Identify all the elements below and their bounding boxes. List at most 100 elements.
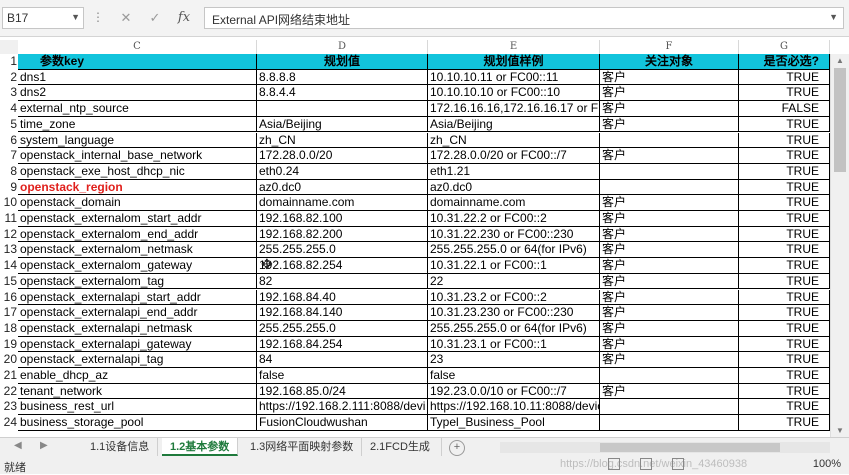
header-cell-planned-value[interactable]: 规划值 (257, 54, 428, 70)
row-number[interactable]: 21 (0, 368, 18, 384)
cell-planned-value[interactable]: FusionCloudwushan (257, 415, 428, 431)
cell-required[interactable]: TRUE (739, 163, 830, 180)
header-cell-param-key[interactable]: 参数key (18, 54, 257, 70)
cell-focus[interactable]: 客户 (600, 148, 739, 164)
cell-example[interactable]: 10.31.22.2 or FC00::2 (428, 211, 600, 227)
cell-planned-value[interactable]: zh_CN (257, 132, 428, 149)
cell-required[interactable]: FALSE (739, 101, 830, 117)
tab-1-1-device-info[interactable]: 1.1设备信息 (82, 438, 159, 456)
row-number[interactable]: 19 (0, 336, 18, 353)
cell-focus[interactable]: 客户 (600, 273, 739, 290)
cell-required[interactable]: TRUE (739, 305, 830, 321)
row-number[interactable]: 24 (0, 415, 18, 431)
cell-focus[interactable] (600, 415, 739, 431)
cell-example[interactable]: 192.23.0.0/10 or FC00::/7 (428, 383, 600, 400)
row-number[interactable]: 3 (0, 85, 18, 102)
cell-example[interactable]: 10.31.23.2 or FC00::2 (428, 289, 600, 306)
column-header-g[interactable]: G (739, 40, 830, 54)
cell-required[interactable]: TRUE (739, 179, 830, 196)
cell-example[interactable]: 22 (428, 273, 600, 290)
cell-example[interactable]: 255.255.255.0 or 64(for IPv6) (428, 320, 600, 337)
cell-planned-value[interactable]: false (257, 368, 428, 384)
cell-required[interactable]: TRUE (739, 258, 830, 274)
page-layout-view-icon[interactable] (640, 458, 652, 470)
cell-planned-value[interactable]: 255.255.255.0 (257, 242, 428, 259)
cell-param-key[interactable]: openstack_externalapi_gateway (18, 336, 257, 353)
row-number[interactable]: 13 (0, 242, 18, 259)
row-number[interactable]: 11 (0, 211, 18, 227)
cell-planned-value[interactable]: 82 (257, 273, 428, 290)
row-number[interactable]: 14 (0, 258, 18, 274)
cell-param-key[interactable]: enable_dhcp_az (18, 368, 257, 384)
cell-focus[interactable]: 客户 (600, 195, 739, 211)
cell-focus[interactable] (600, 132, 739, 149)
cell-focus[interactable] (600, 163, 739, 180)
cell-planned-value[interactable]: 192.168.84.140 (257, 305, 428, 321)
scroll-down-icon[interactable]: ▼ (836, 426, 844, 435)
cell-example[interactable]: 23 (428, 352, 600, 368)
cell-required[interactable]: TRUE (739, 226, 830, 243)
cell-example[interactable]: 10.31.22.1 or FC00::1 (428, 258, 600, 274)
cell-example[interactable]: 255.255.255.0 or 64(for IPv6) (428, 242, 600, 259)
normal-view-icon[interactable] (608, 458, 620, 470)
add-sheet-button[interactable]: + (449, 440, 465, 456)
column-header-f[interactable]: F (600, 40, 739, 54)
cell-focus[interactable]: 客户 (600, 242, 739, 259)
cell-required[interactable]: TRUE (739, 415, 830, 431)
cell-required[interactable]: TRUE (739, 69, 830, 86)
cell-planned-value[interactable]: 8.8.8.8 (257, 69, 428, 86)
cell-example[interactable]: 10.31.23.1 or FC00::1 (428, 336, 600, 353)
cell-focus[interactable] (600, 368, 739, 384)
cell-required[interactable]: TRUE (739, 273, 830, 290)
cell-required[interactable]: TRUE (739, 195, 830, 211)
cell-param-key[interactable]: openstack_externalapi_start_addr (18, 289, 257, 306)
cell-required[interactable]: TRUE (739, 132, 830, 149)
cell-focus[interactable]: 客户 (600, 226, 739, 243)
tab-prev-icon[interactable]: ◀ (14, 440, 22, 451)
header-cell-required[interactable]: 是否必选? (739, 54, 830, 70)
cell-focus[interactable] (600, 179, 739, 196)
scrollbar-thumb[interactable] (834, 68, 846, 172)
column-header-e[interactable]: E (428, 40, 600, 54)
cell-planned-value[interactable]: https://192.168.2.111:8088/devi (257, 399, 428, 416)
cell-focus[interactable]: 客户 (600, 69, 739, 86)
chevron-down-icon[interactable]: ▼ (71, 12, 80, 22)
row-number[interactable]: 2 (0, 69, 18, 86)
row-number[interactable]: 5 (0, 116, 18, 133)
cell-param-key[interactable]: openstack_externalom_netmask (18, 242, 257, 259)
cell-required[interactable]: TRUE (739, 368, 830, 384)
header-cell-example[interactable]: 规划值样例 (428, 54, 600, 70)
cell-focus[interactable]: 客户 (600, 336, 739, 353)
cell-planned-value[interactable]: 192.168.82.100 (257, 211, 428, 227)
zoom-level[interactable]: 100% (813, 458, 841, 470)
vertical-scrollbar[interactable]: ▲ ▼ (830, 54, 849, 437)
cell-param-key[interactable]: openstack_externalapi_tag (18, 352, 257, 368)
cell-required[interactable]: TRUE (739, 399, 830, 416)
cell-focus[interactable]: 客户 (600, 383, 739, 400)
cell-param-key[interactable]: tenant_network (18, 383, 257, 400)
cell-required[interactable]: TRUE (739, 148, 830, 164)
cell-param-key[interactable]: openstack_internal_base_network (18, 148, 257, 164)
cell-param-key[interactable]: system_language (18, 132, 257, 149)
cell-focus[interactable]: 客户 (600, 258, 739, 274)
cell-example[interactable]: zh_CN (428, 132, 600, 149)
cell-param-key[interactable]: time_zone (18, 116, 257, 133)
row-number[interactable]: 4 (0, 101, 18, 117)
cell-planned-value[interactable]: Asia/Beijing (257, 116, 428, 133)
cell-example[interactable]: https://192.168.10.11:8088/deviceManager… (428, 399, 600, 416)
select-all-corner[interactable] (0, 40, 18, 54)
cell-required[interactable]: TRUE (739, 211, 830, 227)
cell-required[interactable]: TRUE (739, 85, 830, 102)
tab-1-3-network-mapping[interactable]: 1.3网络平面映射参数 (242, 438, 363, 456)
row-number[interactable]: 10 (0, 195, 18, 211)
cell-example[interactable]: az0.dc0 (428, 179, 600, 196)
cell-required[interactable]: TRUE (739, 352, 830, 368)
row-number[interactable]: 18 (0, 320, 18, 337)
cell-planned-value[interactable]: 192.168.84.254 (257, 336, 428, 353)
column-header-d[interactable]: D (257, 40, 428, 54)
cell-planned-value[interactable]: az0.dc0 (257, 179, 428, 196)
insert-function-button[interactable]: fx (172, 8, 196, 28)
cancel-icon[interactable]: ✕ (114, 8, 138, 28)
cell-focus[interactable]: 客户 (600, 305, 739, 321)
cell-focus[interactable]: 客户 (600, 116, 739, 133)
